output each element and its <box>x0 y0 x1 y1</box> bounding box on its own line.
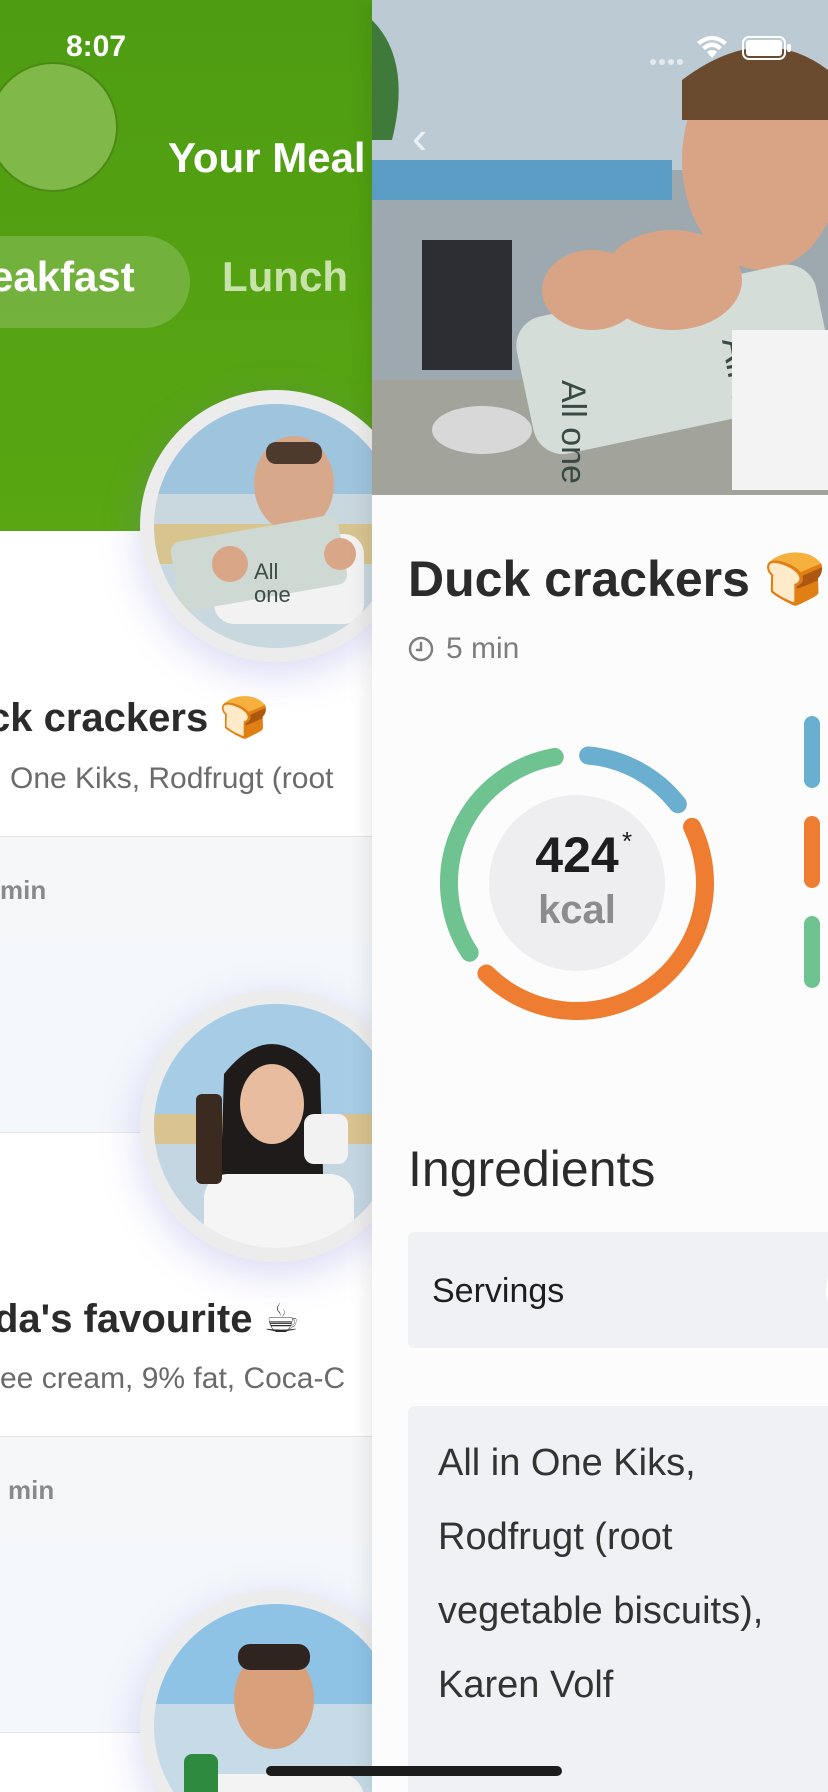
clock-icon <box>408 636 434 662</box>
meal-title[interactable]: da's favourite ☕ <box>0 1296 299 1342</box>
meal-time-bar: min <box>0 1436 372 1544</box>
signal-icon <box>650 52 686 70</box>
kcal-ring-protein-arc <box>579 746 687 814</box>
ingredients-text: All in One Kiks, Rodfrugt (root vegetabl… <box>438 1442 764 1706</box>
meal-photo <box>154 1604 372 1792</box>
svg-text:one: one <box>254 582 291 607</box>
bread-emoji-icon: 🍞 <box>763 551 827 607</box>
kcal-asterisk: * <box>622 826 633 856</box>
meal-photo <box>154 1004 372 1248</box>
recipe-title: Duck crackers 🍞 <box>408 551 827 607</box>
svg-text:All one: All one <box>554 380 592 484</box>
tab-breakfast-label: eakfast <box>0 253 135 300</box>
back-chevron-icon[interactable]: ‹ <box>412 110 427 164</box>
meal-time: min <box>0 875 47 905</box>
macro-bar-orange <box>804 816 820 888</box>
meal-list-screen: 8:07 Your Meal eakfast Lunch All one ck … <box>0 0 372 1792</box>
meal-time-bar: min <box>0 836 372 944</box>
status-time: 8:07 <box>66 30 127 63</box>
recipe-hero-photo: All one All one <box>372 0 828 495</box>
meal-ingredients: One Kiks, Rodfrugt (root <box>10 762 334 795</box>
servings-row[interactable]: Servings <box>408 1232 828 1348</box>
servings-label: Servings <box>432 1272 565 1310</box>
tab-lunch[interactable]: Lunch <box>222 253 348 301</box>
macro-bar-green <box>804 916 820 988</box>
page-title: Your Meal <box>168 134 366 181</box>
battery-icon <box>742 36 791 60</box>
meal-photo: All one <box>154 404 372 648</box>
ingredients-heading: Ingredients <box>408 1141 656 1197</box>
home-indicator[interactable] <box>266 1766 562 1776</box>
coffee-emoji-icon: ☕ <box>263 1297 300 1341</box>
recipe-time: 5 min <box>446 632 520 665</box>
meal-time: min <box>8 1475 55 1505</box>
ingredients-list: All in One Kiks, Rodfrugt (root vegetabl… <box>408 1406 828 1792</box>
meal-ingredients: ee cream, 9% fat, Coca-C <box>0 1362 346 1395</box>
bread-emoji-icon: 🍞 <box>219 696 270 740</box>
meal-title[interactable]: ck crackers 🍞 <box>0 694 269 741</box>
kcal-value: 424 <box>535 827 619 883</box>
macro-bar-blue <box>804 716 820 788</box>
svg-text:All: All <box>254 559 278 584</box>
kcal-unit: kcal <box>538 888 616 932</box>
recipe-detail-screen: All one All one ‹ Duck crackers 🍞 5 min … <box>372 0 828 1792</box>
wifi-icon <box>697 36 727 58</box>
